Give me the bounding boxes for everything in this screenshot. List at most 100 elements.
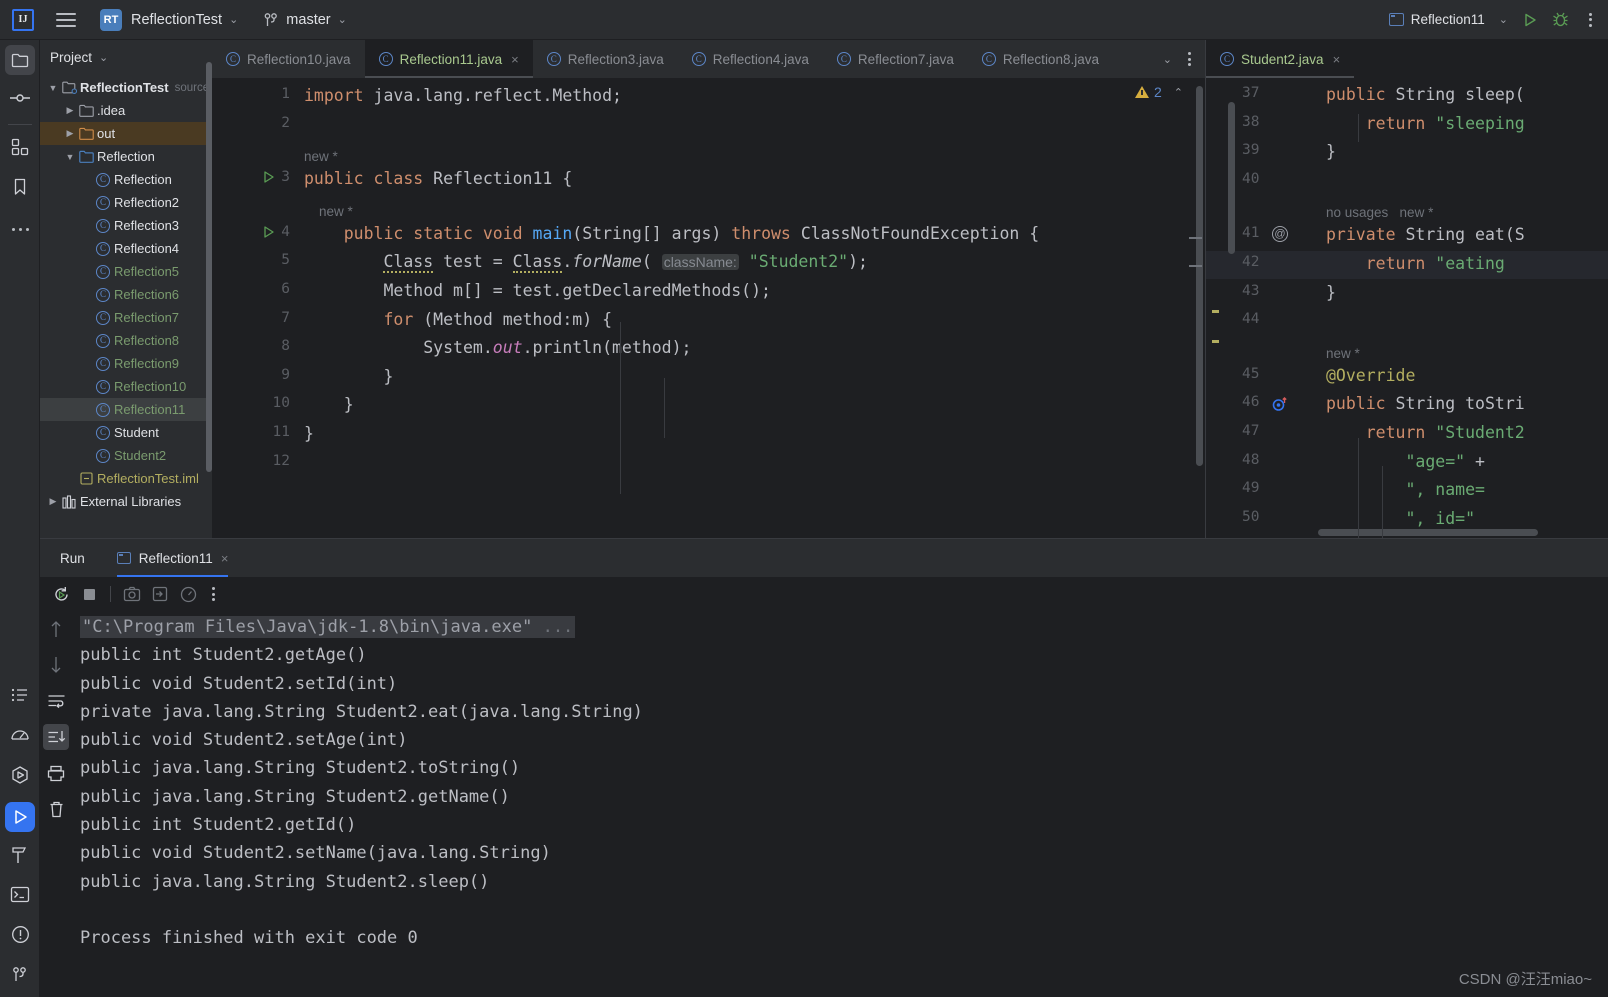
screenshot-icon[interactable] xyxy=(119,581,145,607)
code-line[interactable]: "age=" + xyxy=(1326,452,1484,471)
editor-gutter-right[interactable]: 37 38 39 40 41 @42 43 44 45 46 47 48 49 50 xyxy=(1206,78,1318,538)
tree-node-reflection2[interactable]: C Reflection2 xyxy=(40,191,212,214)
tree-node-reflection5[interactable]: C Reflection5 xyxy=(40,260,212,283)
code-line[interactable]: ", name= xyxy=(1326,480,1484,499)
project-chevron-down-icon[interactable]: ⌄ xyxy=(229,13,238,26)
sidebar-item-bookmarks[interactable] xyxy=(0,169,40,209)
code-line[interactable]: public static void main(String[] args) t… xyxy=(304,224,1039,243)
sidebar-item-build[interactable] xyxy=(0,837,40,877)
code-line[interactable]: } xyxy=(1326,283,1336,302)
code-line[interactable]: new * xyxy=(304,201,353,220)
run-gutter-icon[interactable] xyxy=(262,225,275,242)
code-line[interactable]: return "sleeping xyxy=(1326,114,1525,133)
run-configuration-selector[interactable]: Reflection11 ⌄ xyxy=(1388,12,1508,27)
code-line[interactable]: ", id=" xyxy=(1326,509,1475,528)
run-tab-reflection11[interactable]: Reflection11 × xyxy=(116,539,229,577)
inlay-hint[interactable]: no usages new * xyxy=(1326,205,1433,220)
more-tool-windows-icon[interactable] xyxy=(0,209,40,249)
code-line[interactable]: } xyxy=(304,367,393,386)
chevron-down-icon[interactable]: ⌄ xyxy=(1157,53,1178,66)
more-vertical-icon[interactable] xyxy=(1583,12,1598,27)
code-line[interactable]: public String sleep( xyxy=(1326,85,1525,104)
sidebar-item-todo[interactable] xyxy=(0,677,40,717)
tree-node-reflection11[interactable]: C Reflection11 xyxy=(40,398,212,421)
sidebar-item-structure[interactable] xyxy=(0,129,40,169)
code-line[interactable]: } xyxy=(304,424,314,443)
editor-tab-reflection8-java[interactable]: C Reflection8.java xyxy=(968,40,1113,78)
print-icon[interactable] xyxy=(40,755,72,791)
tree-node-reflection4[interactable]: C Reflection4 xyxy=(40,237,212,260)
run-play-icon[interactable] xyxy=(1522,12,1538,28)
code-line[interactable]: public String toStri xyxy=(1326,394,1525,413)
tree-node-reflection8[interactable]: C Reflection8 xyxy=(40,329,212,352)
code-line[interactable]: new * xyxy=(1326,343,1360,362)
close-icon[interactable]: × xyxy=(511,52,519,67)
code-line[interactable]: System.out.println(method); xyxy=(304,338,691,357)
code-line[interactable]: Class test = Class.forName( className: "… xyxy=(304,252,868,274)
code-line[interactable]: no usages new * xyxy=(1326,202,1433,221)
tree-node-reflection10[interactable]: C Reflection10 xyxy=(40,375,212,398)
editor-tab-reflection10-java[interactable]: C Reflection10.java xyxy=(212,40,365,78)
soft-wrap-icon[interactable] xyxy=(40,683,72,719)
sidebar-item-profiler[interactable] xyxy=(0,717,40,757)
inlay-hint[interactable]: new * xyxy=(304,204,353,219)
code-line[interactable]: } xyxy=(304,395,354,414)
sidebar-item-problems[interactable] xyxy=(0,917,40,957)
overriding-method-icon[interactable] xyxy=(1272,396,1287,412)
tree-node--idea[interactable]: ▶ .idea xyxy=(40,99,212,122)
project-panel-chevron-down-icon[interactable]: ⌄ xyxy=(99,51,108,64)
clear-all-icon[interactable] xyxy=(40,791,72,827)
close-icon[interactable]: × xyxy=(221,551,229,566)
close-icon[interactable]: × xyxy=(1333,52,1341,67)
sidebar-item-run[interactable] xyxy=(0,797,40,837)
inspection-chevron-up-icon[interactable]: ⌃ xyxy=(1174,86,1183,99)
code-line[interactable]: public class Reflection11 { xyxy=(304,169,572,188)
run-gutter-icon[interactable] xyxy=(262,170,275,187)
tree-node-reflection6[interactable]: C Reflection6 xyxy=(40,283,212,306)
chevron-right-icon[interactable]: ▶ xyxy=(63,128,77,139)
stop-icon[interactable] xyxy=(76,581,102,607)
more-vertical-icon[interactable] xyxy=(203,587,224,601)
sidebar-item-project[interactable] xyxy=(0,40,40,80)
rerun-icon[interactable] xyxy=(48,581,74,607)
code-line[interactable]: @Override xyxy=(1326,366,1415,385)
split-editor-hscrollbar[interactable] xyxy=(1318,529,1538,536)
sidebar-item-services[interactable] xyxy=(0,757,40,797)
editor-vertical-scrollbar[interactable] xyxy=(1196,86,1203,466)
more-vertical-icon[interactable] xyxy=(1182,52,1197,66)
code-line[interactable]: Method m[] = test.getDeclaredMethods(); xyxy=(304,281,770,300)
code-line[interactable]: import java.lang.reflect.Method; xyxy=(304,86,622,105)
tree-node-reflection[interactable]: ▼ Reflection xyxy=(40,145,212,168)
debug-bug-icon[interactable] xyxy=(1552,11,1569,28)
code-line[interactable]: return "Student2 xyxy=(1326,423,1525,442)
inlay-hint[interactable]: new * xyxy=(1326,346,1360,361)
editor-tab-reflection7-java[interactable]: C Reflection7.java xyxy=(823,40,968,78)
code-line[interactable]: } xyxy=(1326,142,1336,161)
chevron-right-icon[interactable]: ▶ xyxy=(46,496,60,507)
code-line[interactable]: private String eat(S xyxy=(1326,225,1525,244)
tree-node-student[interactable]: C Student xyxy=(40,421,212,444)
editor-tab-reflection3-java[interactable]: C Reflection3.java xyxy=(533,40,678,78)
scroll-down-icon[interactable] xyxy=(40,647,72,683)
project-name-label[interactable]: ReflectionTest xyxy=(131,12,222,28)
editor-tab-student2-java[interactable]: C Student2.java × xyxy=(1206,40,1355,78)
code-line[interactable]: new * xyxy=(304,146,338,165)
sidebar-item-commit[interactable] xyxy=(0,80,40,120)
export-icon[interactable] xyxy=(147,581,173,607)
console-output[interactable]: "C:\Program Files\Java\jdk-1.8\bin\java.… xyxy=(80,613,1608,997)
tree-node-reflection9[interactable]: C Reflection9 xyxy=(40,352,212,375)
tree-node-student2[interactable]: C Student2 xyxy=(40,444,212,467)
sidebar-item-git[interactable] xyxy=(0,957,40,997)
annotation-gutter-icon[interactable]: @ xyxy=(1272,226,1288,243)
sidebar-item-terminal[interactable] xyxy=(0,877,40,917)
tree-node-reflection[interactable]: C Reflection xyxy=(40,168,212,191)
tree-node-out[interactable]: ▶ out xyxy=(40,122,212,145)
scroll-up-icon[interactable] xyxy=(40,611,72,647)
code-line[interactable]: return "eating xyxy=(1326,254,1515,273)
editor-tab-reflection11-java[interactable]: C Reflection11.java × xyxy=(364,40,533,78)
editor-code-area[interactable]: import java.lang.reflect.Method; new * pub… xyxy=(300,78,1205,538)
git-branch-widget[interactable]: master ⌄ xyxy=(264,12,347,28)
chevron-right-icon[interactable]: ▶ xyxy=(63,105,77,116)
tree-node-external-libraries[interactable]: ▶ External Libraries xyxy=(40,490,212,513)
editor-gutter-left[interactable]: 1 2 3 4 5 6 7 8 9 10 11 12 xyxy=(212,78,300,538)
